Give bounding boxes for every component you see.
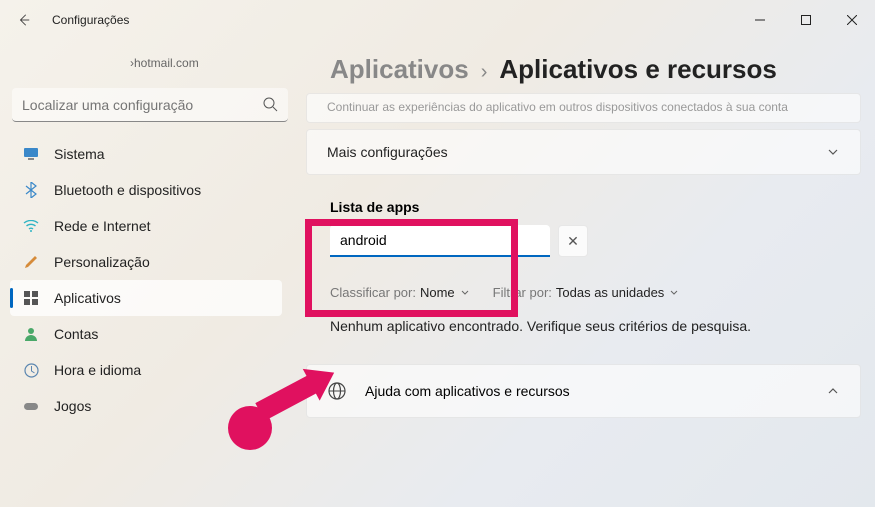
person-icon <box>22 325 40 343</box>
sidebar-item-label: Aplicativos <box>54 290 121 306</box>
sidebar-item-gaming[interactable]: Jogos <box>10 388 282 424</box>
sidebar-item-label: Rede e Internet <box>54 218 151 234</box>
sidebar-item-system[interactable]: Sistema <box>10 136 282 172</box>
sidebar-item-personalization[interactable]: Personalização <box>10 244 282 280</box>
close-button[interactable] <box>829 4 875 36</box>
sidebar-item-accounts[interactable]: Contas <box>10 316 282 352</box>
bluetooth-icon <box>22 181 40 199</box>
help-globe-icon <box>327 381 347 401</box>
clear-search-button[interactable]: ✕ <box>558 225 588 257</box>
window-title: Configurações <box>52 13 129 27</box>
sidebar-item-label: Contas <box>54 326 98 342</box>
sidebar-item-label: Bluetooth e dispositivos <box>54 182 201 198</box>
card-share-devices[interactable]: Continuar as experiências do aplicativo … <box>306 93 861 123</box>
chevron-down-icon <box>459 287 471 299</box>
sidebar-item-label: Personalização <box>54 254 150 270</box>
filter-dropdown[interactable]: Filtrar por: Todas as unidades <box>493 285 681 300</box>
breadcrumb: Aplicativos › Aplicativos e recursos <box>330 54 863 85</box>
card-title: Mais configurações <box>327 144 448 160</box>
card-more-settings[interactable]: Mais configurações <box>306 129 861 175</box>
chevron-down-icon <box>668 287 680 299</box>
back-button[interactable] <box>14 10 34 30</box>
no-results-message: Nenhum aplicativo encontrado. Verifique … <box>330 318 863 334</box>
chevron-right-icon: › <box>481 61 488 84</box>
breadcrumb-current: Aplicativos e recursos <box>499 54 776 85</box>
sidebar-item-bluetooth[interactable]: Bluetooth e dispositivos <box>10 172 282 208</box>
minimize-button[interactable] <box>737 4 783 36</box>
globe-clock-icon <box>22 361 40 379</box>
close-icon: ✕ <box>567 233 579 250</box>
sidebar-item-label: Jogos <box>54 398 91 414</box>
breadcrumb-parent[interactable]: Aplicativos <box>330 54 469 85</box>
search-icon <box>262 96 278 112</box>
help-title: Ajuda com aplicativos e recursos <box>365 383 570 399</box>
chevron-down-icon <box>826 145 840 159</box>
settings-search-input[interactable] <box>12 88 288 122</box>
sidebar-item-label: Sistema <box>54 146 105 162</box>
sidebar-item-label: Hora e idioma <box>54 362 141 378</box>
account-email: ›hotmail.com <box>10 50 300 88</box>
app-list-heading: Lista de apps <box>330 199 863 215</box>
monitor-icon <box>22 145 40 163</box>
brush-icon <box>22 253 40 271</box>
sort-dropdown[interactable]: Classificar por: Nome <box>330 285 471 300</box>
apps-icon <box>22 289 40 307</box>
gamepad-icon <box>22 397 40 415</box>
wifi-icon <box>22 217 40 235</box>
help-card[interactable]: Ajuda com aplicativos e recursos <box>306 364 861 418</box>
app-search-input[interactable] <box>330 225 550 257</box>
maximize-button[interactable] <box>783 4 829 36</box>
sidebar-item-apps[interactable]: Aplicativos <box>10 280 282 316</box>
sidebar-item-network[interactable]: Rede e Internet <box>10 208 282 244</box>
chevron-up-icon <box>826 384 840 398</box>
sidebar-item-time[interactable]: Hora e idioma <box>10 352 282 388</box>
